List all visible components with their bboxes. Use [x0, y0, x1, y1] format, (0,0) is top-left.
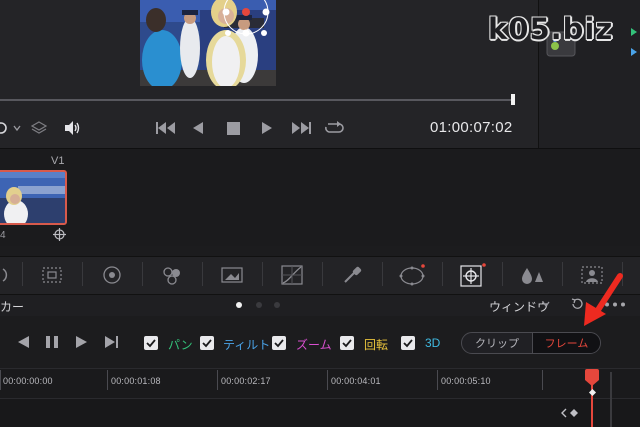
timeline-playhead[interactable] [585, 369, 599, 380]
step-back-button[interactable] [192, 121, 204, 135]
tracker-window-icon[interactable] [142, 256, 202, 294]
rotation-checkbox[interactable] [340, 336, 354, 350]
3d-checkbox[interactable] [401, 336, 415, 350]
tracker-title: カー [0, 300, 25, 314]
timecode-display: 01:00:07:02 [430, 119, 513, 136]
pan-label: パン [168, 338, 193, 352]
track-forward-button[interactable] [75, 335, 89, 349]
curves-icon[interactable] [82, 256, 142, 294]
frame-mode-button[interactable]: フレーム [532, 333, 600, 353]
clip-strip [0, 148, 640, 246]
zoom-label: ズーム [296, 338, 332, 352]
watermark-logo: k05.biz [488, 12, 614, 46]
color-warper-icon[interactable] [202, 256, 262, 294]
track-one-frame-button[interactable] [104, 335, 120, 349]
vertical-scrollbar[interactable] [610, 372, 612, 427]
qualifier-icon[interactable] [262, 256, 322, 294]
annotation-arrow-icon [578, 270, 628, 330]
volume-icon[interactable] [63, 120, 81, 136]
motion-effects-icon[interactable] [22, 256, 82, 294]
eyedropper-icon[interactable] [322, 256, 382, 294]
pause-tracking-button[interactable] [45, 335, 59, 349]
ruler-label: 00:00:05:10 [441, 376, 491, 386]
jump-start-button[interactable] [155, 121, 177, 135]
video-preview[interactable] [140, 0, 276, 86]
jump-end-button[interactable] [290, 121, 312, 135]
loop-icon[interactable] [323, 120, 345, 136]
layers-icon[interactable] [31, 120, 47, 135]
3d-label: 3D [425, 336, 441, 350]
clip-number: 4 [0, 230, 6, 241]
scrubber-track[interactable] [0, 99, 513, 101]
clip-mode-button[interactable]: クリップ [462, 333, 532, 353]
keyframe-track[interactable] [0, 398, 640, 427]
clip-thumbnail[interactable] [0, 170, 67, 225]
timeline-ruler[interactable] [0, 368, 640, 398]
page-dot[interactable] [256, 302, 262, 308]
page-dot-active[interactable] [236, 302, 242, 308]
play-button[interactable] [261, 121, 273, 135]
scrubber-playhead[interactable] [511, 94, 515, 105]
pan-checkbox[interactable] [144, 336, 158, 350]
blur-icon[interactable] [502, 256, 562, 294]
tracker-target-icon [53, 228, 66, 241]
page-dot[interactable] [274, 302, 280, 308]
rotation-label: 回転 [364, 338, 389, 352]
window-dropdown[interactable]: ウィンドウ [489, 298, 549, 315]
tilt-label: ティルト [223, 338, 271, 352]
stop-button[interactable] [227, 122, 240, 135]
track-backward-button[interactable] [16, 335, 30, 349]
ruler-label: 00:00:04:01 [331, 376, 381, 386]
tilt-checkbox[interactable] [200, 336, 214, 350]
tracker-icon[interactable] [442, 256, 502, 294]
loop-mode-icon[interactable] [0, 121, 12, 135]
keyframe-nav-icon[interactable] [560, 408, 584, 418]
chevron-down-icon[interactable] [542, 301, 550, 307]
chevron-down-icon[interactable] [13, 124, 21, 132]
track-label: V1 [51, 155, 65, 167]
ruler-label: 00:00:01:08 [111, 376, 161, 386]
power-window-icon[interactable] [382, 256, 442, 294]
zoom-checkbox[interactable] [272, 336, 286, 350]
ruler-label: 00:00:02:17 [221, 376, 271, 386]
mode-toggle: クリップ フレーム [461, 332, 601, 354]
ruler-label: 00:00:00:00 [3, 376, 53, 386]
